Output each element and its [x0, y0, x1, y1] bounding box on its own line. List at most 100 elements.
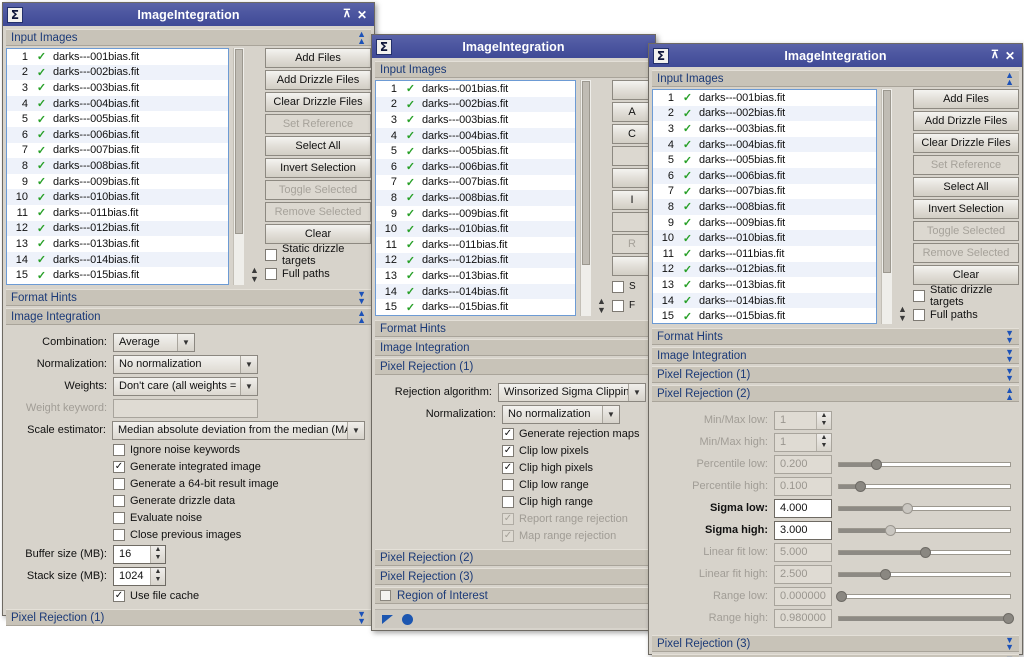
list-item[interactable]: 13 ✓ darks---013bias.fit — [7, 236, 228, 252]
check-icon[interactable]: ✓ — [679, 232, 696, 245]
weights-select[interactable]: Don't care (all weights = 1) ▼ — [113, 376, 258, 396]
check-icon[interactable]: ✓ — [402, 285, 419, 298]
list-item[interactable]: 2 ✓ darks---002bias.fit — [376, 96, 575, 113]
list-item[interactable]: 13 ✓ darks---013bias.fit — [376, 268, 575, 284]
list-item[interactable]: 11 ✓ darks---011bias.fit — [7, 204, 228, 221]
full-paths-checkbox[interactable]: ✓ Full paths — [265, 265, 371, 282]
section-pixel-rejection-2[interactable]: Pixel Rejection (2) ▲ ▲ — [652, 385, 1019, 402]
scrollbar-thumb[interactable] — [235, 49, 243, 234]
file-list[interactable]: 1 ✓ darks---001bias.fit 2 ✓ darks---002bias.f… — [6, 48, 229, 285]
full-paths-checkbox[interactable]: ✓ Full paths — [913, 306, 1019, 323]
list-item[interactable]: 2 ✓ darks---002bias.fit — [7, 64, 228, 81]
checkbox-box[interactable]: ✓ — [113, 511, 125, 524]
checkbox-box[interactable]: ✓ — [502, 461, 514, 474]
check-icon[interactable]: ✓ — [402, 207, 419, 220]
section-image-integration[interactable]: Image Integration — [375, 339, 652, 356]
chevron-up-icon[interactable]: ▲ ▲ — [1005, 70, 1014, 86]
file-list-scrollbar[interactable] — [881, 89, 892, 324]
check-icon[interactable]: ✓ — [679, 138, 696, 151]
list-item[interactable]: 3 ✓ darks---003bias.fit — [7, 80, 228, 96]
check-icon[interactable]: ✓ — [33, 206, 50, 219]
checkbox-box[interactable]: ✓ — [612, 280, 624, 293]
add-files-button[interactable]: Add Files — [913, 89, 1019, 109]
stepper-arrows[interactable]: ▲ ▼ — [150, 567, 165, 585]
scrollbar-thumb[interactable] — [883, 90, 891, 273]
check-icon[interactable]: ✓ — [33, 97, 50, 110]
section-pixel-rejection-3[interactable]: Pixel Rejection (3) ▼ ▼ — [652, 635, 1019, 652]
check-icon[interactable]: ✓ — [402, 301, 419, 314]
parameter-slider[interactable] — [838, 521, 1011, 540]
check-icon[interactable]: ✓ — [402, 145, 419, 158]
chevron-down-icon[interactable]: ▼ — [347, 421, 364, 439]
section-format-hints[interactable]: Format Hints ▼ ▼ — [6, 289, 371, 306]
checkbox-box[interactable]: ✓ — [265, 267, 277, 280]
chevron-down-icon[interactable]: ▼ — [177, 333, 194, 351]
rejection-algorithm-select[interactable]: Winsorized Sigma Clipping ▼ — [498, 382, 646, 402]
list-scroll-arrows[interactable]: ▲ ▼ — [896, 89, 909, 324]
clear-button[interactable]: Clear — [913, 265, 1019, 285]
list-item[interactable]: 9 ✓ darks---009bias.fit — [7, 173, 228, 190]
list-item[interactable]: 8 ✓ darks---008bias.fit — [7, 158, 228, 174]
section-region-of-interest[interactable]: Region of Interest — [375, 587, 652, 604]
sigma-icon[interactable]: Σ — [653, 47, 669, 64]
file-list[interactable]: 1 ✓ darks---001bias.fit 2 ✓ darks---002bias.f… — [375, 80, 576, 316]
check-icon[interactable]: ✓ — [33, 66, 50, 79]
chevron-down-icon[interactable]: ▼ — [628, 383, 645, 401]
list-item[interactable]: 10 ✓ darks---010bias.fit — [653, 230, 876, 246]
check-icon[interactable]: ✓ — [33, 144, 50, 157]
list-item[interactable]: 15 ✓ darks---015bias.fit — [653, 308, 876, 323]
select-all-button[interactable]: Select All — [265, 136, 371, 156]
option-checkbox[interactable]: ✓ Generate rejection maps — [502, 425, 646, 442]
sigma-icon[interactable]: Σ — [376, 38, 392, 55]
list-item[interactable]: 1 ✓ darks---001bias.fit — [376, 81, 575, 97]
option-checkbox[interactable]: ✓ Ignore noise keywords — [113, 441, 365, 458]
rejection-normalization-select[interactable]: No normalization ▼ — [502, 404, 620, 424]
list-item[interactable]: 11 ✓ darks---011bias.fit — [376, 236, 575, 253]
check-icon[interactable]: ✓ — [33, 253, 50, 266]
option-checkbox[interactable]: ✓ Generate integrated image — [113, 458, 365, 475]
buffer-size-stepper[interactable]: 16 ▲ ▼ — [113, 544, 166, 564]
chevron-up-icon[interactable]: ▲ ▲ — [1005, 385, 1014, 401]
invert-selection-button[interactable]: Invert Selection — [913, 199, 1019, 219]
section-format-hints[interactable]: Format Hints — [375, 320, 652, 337]
check-icon[interactable]: ✓ — [33, 81, 50, 94]
close-icon[interactable]: ✕ — [357, 9, 367, 21]
apply-global-icon[interactable] — [402, 613, 413, 625]
list-item[interactable]: 3 ✓ darks---003bias.fit — [376, 112, 575, 128]
chevron-down-icon[interactable]: ▼ — [240, 355, 257, 373]
checkbox-box[interactable]: ✓ — [113, 477, 125, 490]
check-icon[interactable]: ✓ — [679, 247, 696, 260]
list-item[interactable]: 9 ✓ darks---009bias.fit — [653, 214, 876, 231]
list-item[interactable]: 15 ✓ darks---015bias.fit — [376, 299, 575, 315]
check-icon[interactable]: ✓ — [33, 159, 50, 172]
chevron-down-icon[interactable]: ▼▼ — [1005, 366, 1014, 382]
check-icon[interactable]: ✓ — [679, 107, 696, 120]
list-scroll-arrows[interactable]: ▲ ▼ — [248, 48, 261, 285]
checkbox-box[interactable]: ✓ — [502, 478, 514, 491]
static-drizzle-targets-checkbox[interactable]: ✓ Static drizzle targets — [265, 243, 371, 267]
clear-button[interactable] — [612, 256, 652, 276]
list-item[interactable]: 9 ✓ darks---009bias.fit — [376, 205, 575, 222]
check-icon[interactable]: ✓ — [33, 50, 50, 63]
section-pixel-rejection-1[interactable]: Pixel Rejection (1) ▼ ▼ — [652, 366, 1019, 383]
checkbox-box[interactable]: ✓ — [113, 494, 125, 507]
check-icon[interactable]: ✓ — [402, 129, 419, 142]
new-instance-icon[interactable] — [382, 614, 393, 624]
window-controls-right[interactable]: ⊼ ✕ — [991, 50, 1018, 62]
list-item[interactable]: 15 ✓ darks---015bias.fit — [7, 267, 228, 283]
check-icon[interactable]: ✓ — [679, 278, 696, 291]
sigma-icon[interactable]: Σ — [7, 6, 23, 23]
list-item[interactable]: 6 ✓ darks---006bias.fit — [653, 167, 876, 184]
checkbox-box[interactable]: ✓ — [502, 444, 514, 457]
window-image-integration-middle[interactable]: Σ ImageIntegration Input Images 1 ✓ darks-… — [371, 34, 656, 631]
list-item[interactable]: 11 ✓ darks---011bias.fit — [653, 245, 876, 262]
list-item[interactable]: 12 ✓ darks---012bias.fit — [653, 261, 876, 278]
checkbox-box[interactable]: ✓ — [113, 528, 125, 541]
check-icon[interactable]: ✓ — [402, 160, 419, 173]
file-list[interactable]: 1 ✓ darks---001bias.fit 2 ✓ darks---002bias.f… — [652, 89, 877, 324]
list-item[interactable]: 14 ✓ darks---014bias.fit — [7, 251, 228, 268]
list-item[interactable]: 3 ✓ darks---003bias.fit — [653, 121, 876, 137]
list-item[interactable]: 7 ✓ darks---007bias.fit — [653, 183, 876, 200]
list-item[interactable]: 2 ✓ darks---002bias.fit — [653, 105, 876, 122]
list-item[interactable]: 1 ✓ darks---001bias.fit — [7, 49, 228, 65]
